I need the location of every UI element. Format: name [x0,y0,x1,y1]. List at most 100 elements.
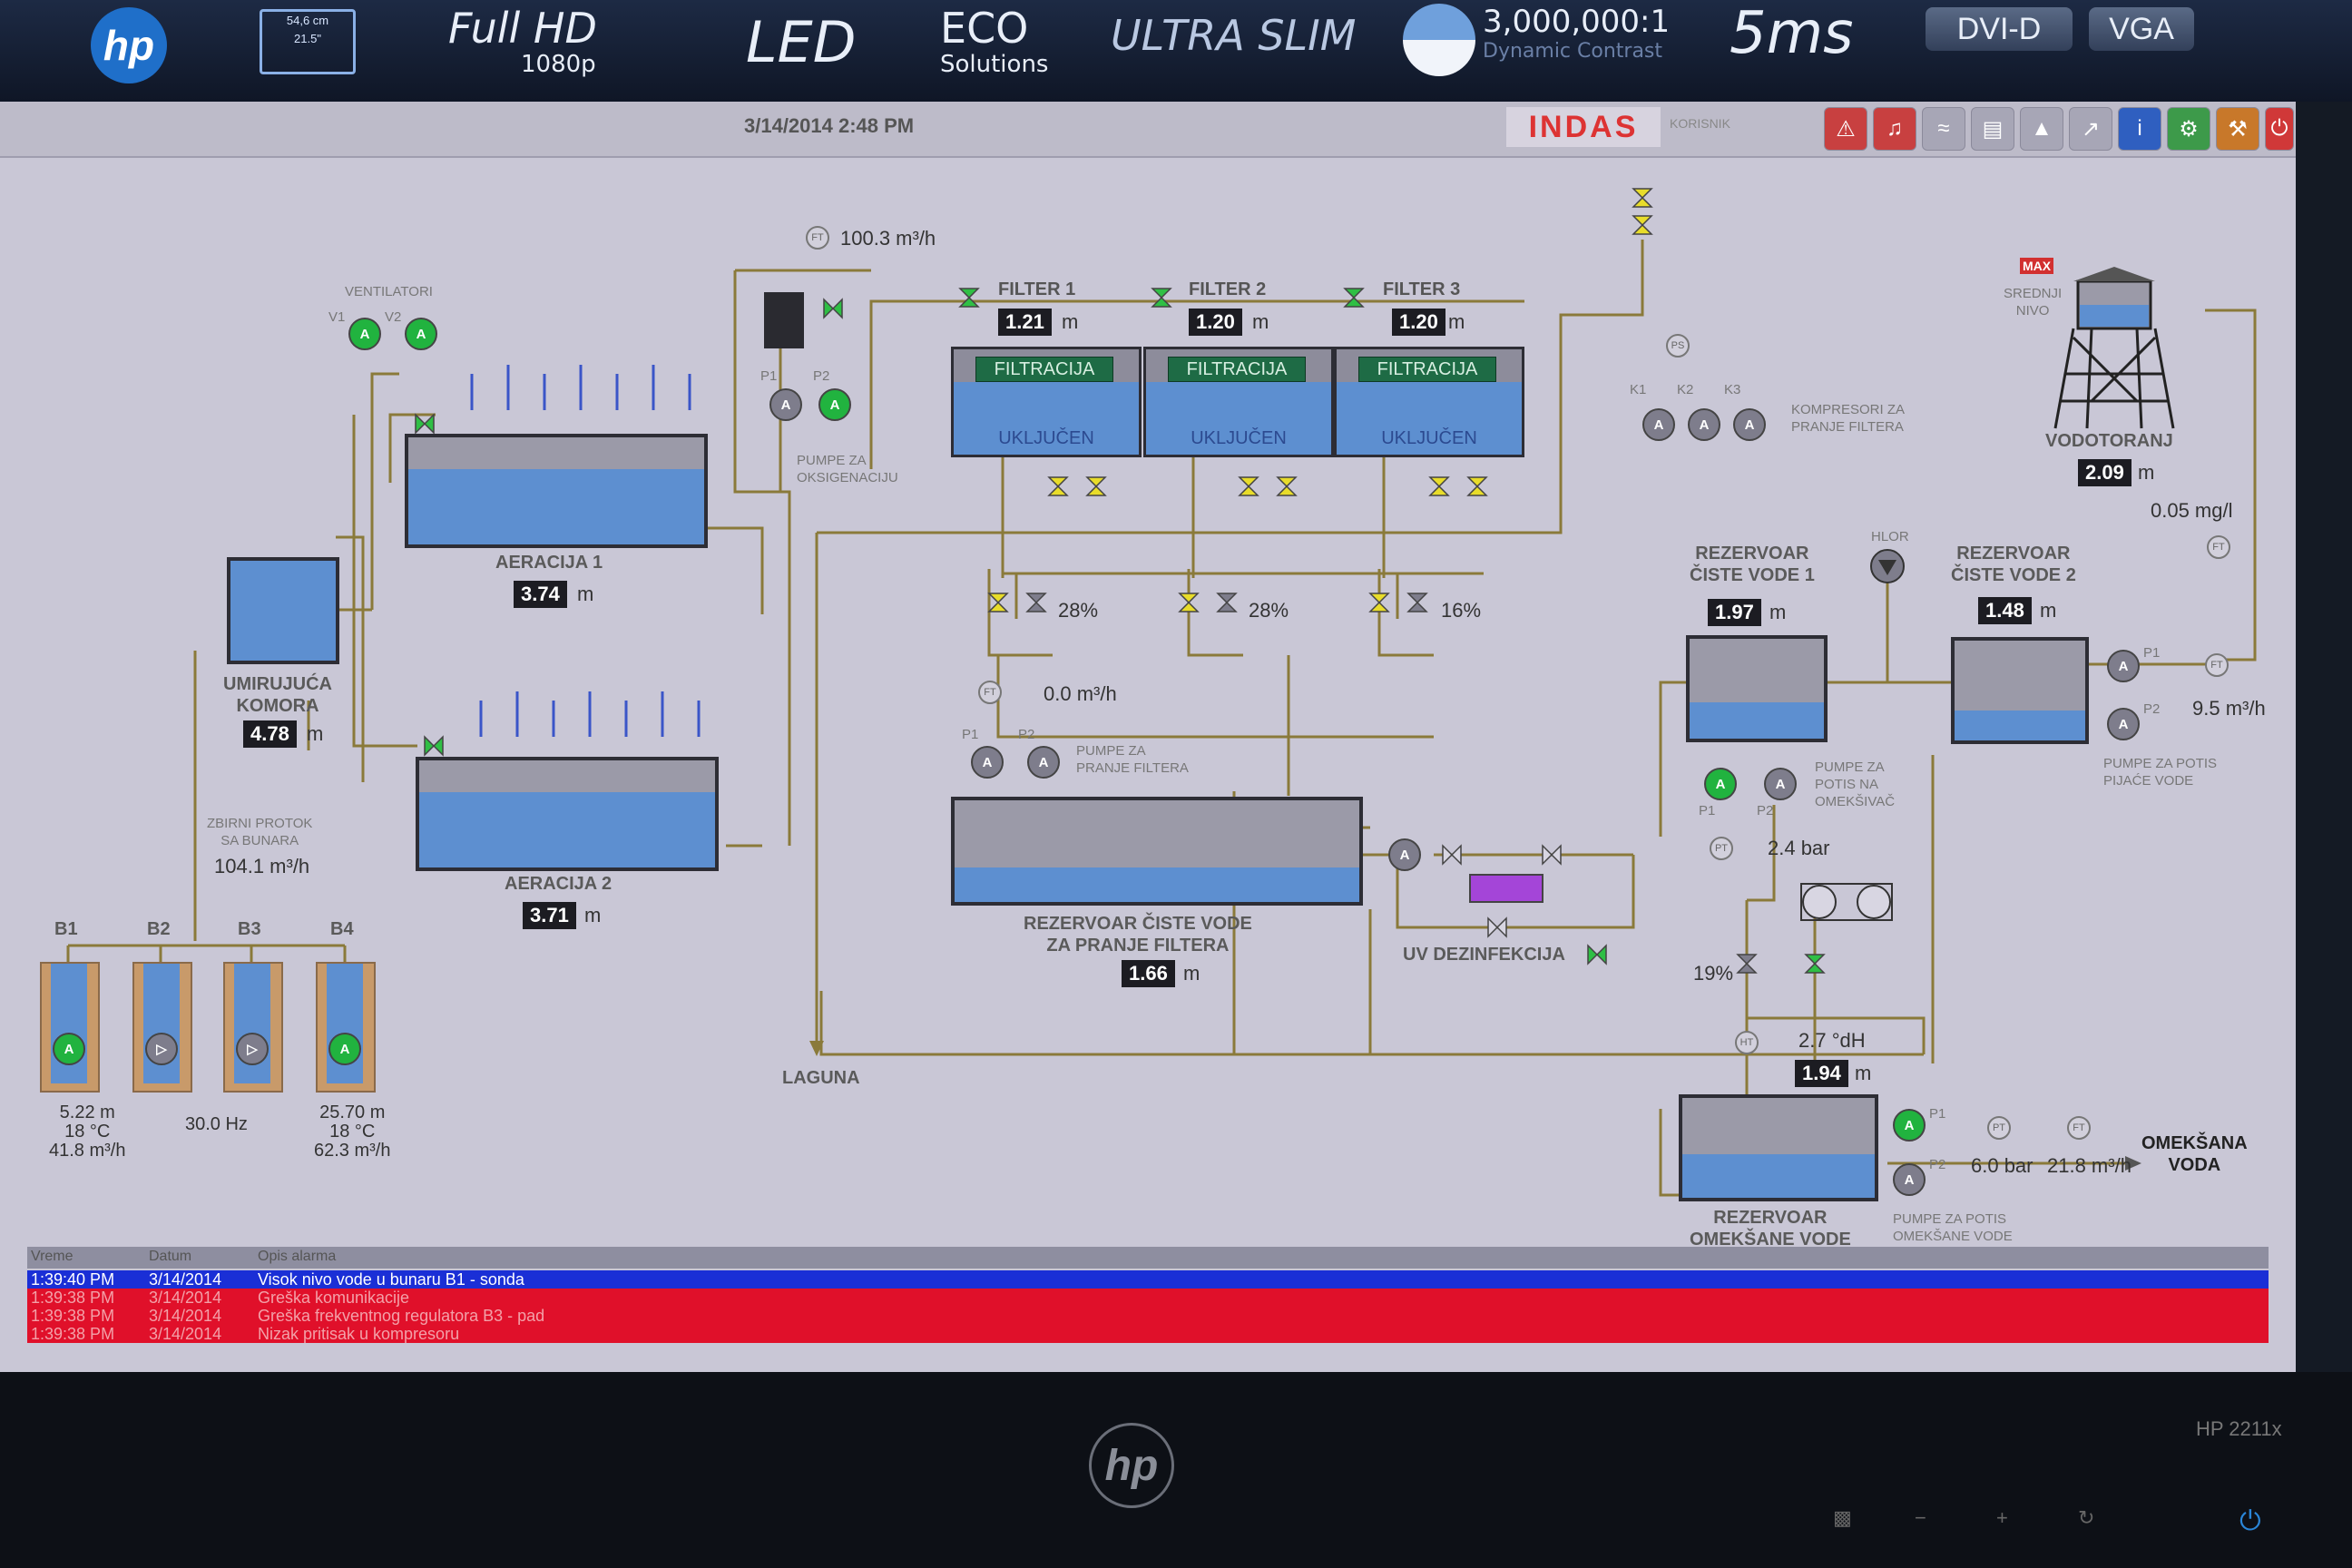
well-b1[interactable]: A [40,962,100,1093]
alarm-time: 1:39:40 PM [31,1270,115,1289]
alarm-row[interactable]: 1:39:38 PM 3/14/2014 Nizak pritisak u ko… [27,1325,2269,1343]
drinking-flow-meter: FT [2205,653,2229,677]
well-b3-pump[interactable]: ▷ [236,1033,269,1065]
contrast-badge: 3,000,000:1 [1483,4,1671,40]
osd-plus-icon[interactable]: + [1996,1506,2008,1530]
alarm-text: Greška komunikacije [258,1289,410,1307]
softener-pump-p1[interactable]: A [1704,768,1737,800]
well-b2-data: 30.0 Hz [185,1114,248,1134]
alarm-row[interactable]: 1:39:38 PM 3/14/2014 Greška komunikacije [27,1289,2269,1307]
tower-level: 2.09 [2078,459,2132,486]
pressure-switch-ps: PS [1666,334,1690,358]
compressor-k2[interactable]: A [1688,408,1720,441]
drinking-pump-p2[interactable]: A [2107,708,2140,740]
filter-2-valve-pct: 28% [1249,599,1289,622]
calming-chamber-level: 4.78 [243,720,297,748]
monitor-model: HP 2211x [2196,1417,2282,1440]
drinking-flow: 9.5 m³/h [2192,697,2266,720]
k1-label: K1 [1630,382,1647,397]
tower-flow-meter: FT [2207,535,2230,559]
clean-tank-1-level: 1.97 [1708,599,1761,626]
alarm-date: 3/14/2014 [149,1325,222,1343]
clean-water-tank-2[interactable] [1951,637,2089,744]
drinking-p1-label: P1 [2143,645,2161,661]
well-b4[interactable]: A [316,962,376,1093]
well-b4-data: 25.70 m 18 °C 62.3 m³/h [314,1102,391,1161]
alarm-col-time[interactable]: Vreme [31,1249,74,1265]
alarm-text: Visok nivo vode u bunaru B1 - sonda [258,1270,524,1289]
hardness-transmitter: HT [1735,1031,1759,1054]
contrast-icon [1403,4,1475,76]
calming-chamber-name: UMIRUJUĆA KOMORA [223,674,332,716]
compressor-k1[interactable]: A [1642,408,1675,441]
well-b2[interactable]: ▷ [132,962,192,1093]
alarm-col-desc[interactable]: Opis alarma [258,1249,336,1265]
ultra-slim-badge: ULTRA SLIM [1111,11,1357,60]
filter-3-valve-pct: 16% [1441,599,1482,622]
alarm-row[interactable]: 1:39:38 PM 3/14/2014 Greška frekventnog … [27,1307,2269,1325]
monitor-top-bezel: hp 54,6 cm 21.5" Full HD 1080p LED ECO S… [0,0,2352,102]
softener-pressure: 2.4 bar [1768,837,1830,859]
well-b1-label: B1 [54,919,78,939]
lagoon-label: LAGUNA [782,1068,860,1088]
osd-input-icon[interactable]: ▩ [1833,1506,1852,1530]
aeration-tank-2[interactable] [416,757,719,871]
wash-pump-p2[interactable]: A [1027,746,1060,779]
wash-flow-meter: FT [978,681,1002,704]
wash-water-tank[interactable] [951,797,1363,906]
hardness-value: 2.7 °dH [1798,1029,1866,1052]
clean-tank-2-level: 1.48 [1978,597,2032,624]
alarm-col-date[interactable]: Datum [149,1249,191,1265]
aeration-tank-1[interactable] [405,434,708,548]
scada-window: 3/14/2014 2:48 PM INDAS KORISNIK ⚠ ♫ ≈ ▤… [0,102,2296,1372]
clean-water-tank-1[interactable] [1686,635,1828,742]
osd-menu-icon[interactable]: − [1915,1506,1926,1530]
wash-flow-value: 0.0 m³/h [1044,682,1117,705]
monitor-power-icon[interactable]: ⏻ [2239,1506,2261,1537]
drinking-pump-p1[interactable]: A [2107,650,2140,682]
uv-feed-pump[interactable]: A [1388,838,1421,871]
filter-1-valve-pct: 28% [1058,599,1099,622]
compressor-k3[interactable]: A [1733,408,1766,441]
softened-pump-p2[interactable]: A [1893,1163,1926,1196]
calming-chamber-tank[interactable] [227,557,339,664]
softener-pumps-label: PUMPE ZA POTIS NA OMEKŠIVAČ [1815,760,1896,809]
dynamic-contrast-badge: Dynamic Contrast [1483,40,1663,63]
k3-label: K3 [1724,382,1741,397]
softened-p1-label: P1 [1929,1106,1946,1122]
wash-pump-p1[interactable]: A [971,746,1004,779]
alarm-time: 1:39:38 PM [31,1325,115,1343]
tower-max-badge: MAX [2020,258,2054,274]
hp-logo: hp [91,7,167,83]
alarm-date: 3/14/2014 [149,1289,222,1307]
wash-tank-name: REZERVOAR ČISTE VODE ZA PRANJE FILTERA [1024,914,1252,956]
total-well-flow-label: ZBIRNI PROTOK SA BUNARA [207,816,313,848]
hlor-label: HLOR [1871,529,1909,544]
well-b4-pump[interactable]: A [328,1033,361,1065]
tower-level-unit: m [2138,461,2155,484]
alarm-date: 3/14/2014 [149,1270,222,1289]
softened-flow: 21.8 m³/h [2047,1154,2132,1177]
alarm-text: Greška frekventnog regulatora B3 - pad [258,1307,545,1325]
tower-name: VODOTORANJ [2045,431,2173,451]
well-b2-pump[interactable]: ▷ [145,1033,178,1065]
vga-button[interactable]: VGA [2089,7,2194,51]
softened-tank-unit: m [1855,1062,1872,1084]
clean-tank-1-name: REZERVOAR ČISTE VODE 1 [1690,544,1815,585]
dvi-d-button[interactable]: DVI-D [1926,7,2073,51]
osd-ok-icon[interactable]: ↻ [2078,1506,2094,1530]
softened-tank-level: 1.94 [1795,1060,1848,1087]
k2-label: K2 [1677,382,1694,397]
well-b3[interactable]: ▷ [223,962,283,1093]
softened-output-label: OMEKŠANA VODA [2141,1133,2248,1175]
hp-bottom-logo: hp [1089,1423,1174,1508]
well-b1-pump[interactable]: A [53,1033,85,1065]
softener-pump-p2[interactable]: A [1764,768,1797,800]
softened-pressure: 6.0 bar [1971,1154,2034,1177]
softened-pump-p1[interactable]: A [1893,1109,1926,1142]
well-b4-label: B4 [330,919,354,939]
response-time-badge: 5ms [1730,0,1854,67]
softener-p2-label: P2 [1757,803,1774,818]
alarm-row[interactable]: 1:39:40 PM 3/14/2014 Visok nivo vode u b… [27,1270,2269,1289]
softened-water-tank[interactable] [1679,1094,1878,1201]
